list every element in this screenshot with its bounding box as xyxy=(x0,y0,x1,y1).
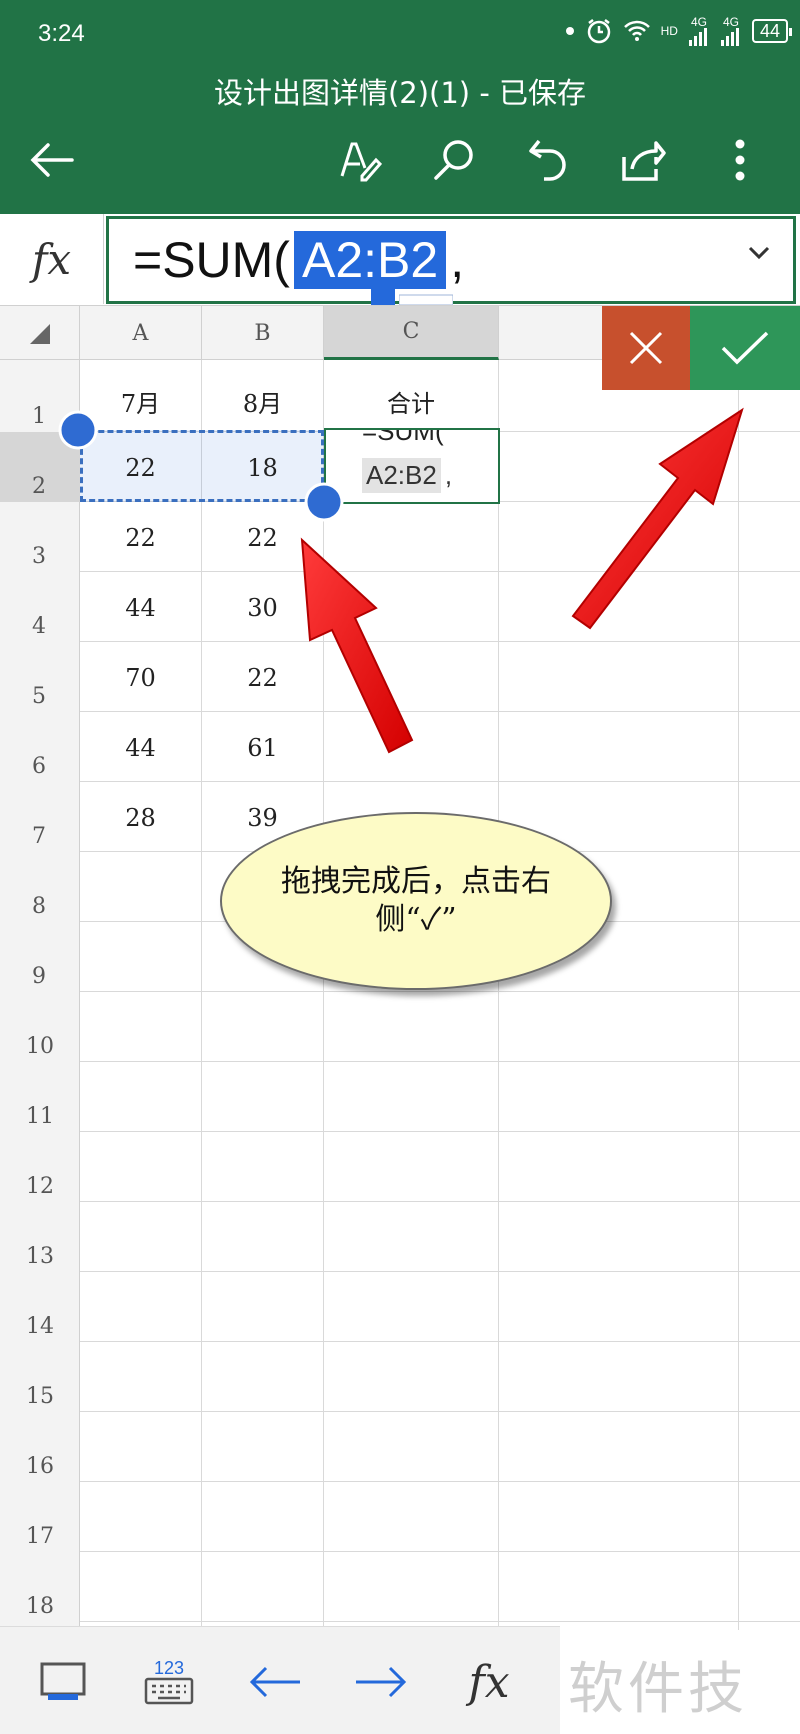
row-header[interactable]: 12 xyxy=(0,1174,80,1199)
formula-input[interactable]: =SUM( A2:B2 , xyxy=(106,216,796,305)
status-icons: HD 4G 4G 44 xyxy=(565,15,793,46)
cell-a3[interactable]: 22 xyxy=(80,524,201,552)
watermark-text: 软件技巧 xyxy=(568,1657,748,1722)
cell-b2[interactable]: 18 xyxy=(202,454,323,482)
formula-suffix: , xyxy=(450,232,465,288)
card-view-icon xyxy=(40,1662,86,1700)
selection-handle-top-left[interactable] xyxy=(58,410,98,450)
cell-c2-editing[interactable]: =SUM( A2:B2 , xyxy=(324,428,500,504)
status-time: 3:24 xyxy=(38,20,85,47)
move-left-button[interactable] xyxy=(240,1647,310,1717)
row-header[interactable]: 14 xyxy=(0,1314,80,1339)
formula-prefix: =SUM( xyxy=(133,232,290,288)
cell-c2-reference: A2:B2 xyxy=(362,458,441,493)
row-header[interactable]: 18 xyxy=(0,1594,80,1619)
battery-level: 44 xyxy=(759,20,780,41)
cell-b4[interactable]: 30 xyxy=(202,594,323,622)
undo-icon xyxy=(529,139,566,181)
confirm-button[interactable] xyxy=(690,306,800,390)
more-button[interactable] xyxy=(710,130,770,190)
cell-c2-suffix: , xyxy=(444,460,453,490)
selection-handle-bottom-right[interactable] xyxy=(304,482,344,522)
cell-a7[interactable]: 28 xyxy=(80,804,201,832)
spreadsheet-grid[interactable]: 7月 8月 合计 =SUM( A2:B2 , 22 18 22 22 44 30… xyxy=(80,360,800,1630)
alarm-icon xyxy=(587,19,610,44)
cell-a6[interactable]: 44 xyxy=(80,734,201,762)
share-button[interactable] xyxy=(612,130,672,190)
callout-text: 拖拽完成后，点击右侧“✓” xyxy=(281,864,551,937)
search-button[interactable] xyxy=(424,130,484,190)
row-header[interactable]: 6 xyxy=(0,754,80,779)
move-right-button[interactable] xyxy=(346,1647,416,1717)
column-header-b[interactable]: B xyxy=(202,306,324,360)
row-header[interactable]: 3 xyxy=(0,544,80,569)
cell-b3[interactable]: 22 xyxy=(202,524,323,552)
cell-b5[interactable]: 22 xyxy=(202,664,323,692)
select-all-triangle-icon xyxy=(30,324,50,344)
formula-handle-left[interactable] xyxy=(371,289,395,305)
undo-button[interactable] xyxy=(518,130,578,190)
cancel-button[interactable] xyxy=(602,306,690,390)
keyboard-label: 123 xyxy=(153,1658,185,1678)
keyboard-icon xyxy=(144,1677,194,1705)
cell-c1[interactable]: 合计 xyxy=(324,384,498,419)
row-header[interactable]: 8 xyxy=(0,894,80,919)
more-vertical-icon xyxy=(735,139,745,181)
row-header[interactable]: 11 xyxy=(0,1104,80,1129)
column-header-a[interactable]: A xyxy=(80,306,202,360)
network-label-2: 4G xyxy=(722,15,739,29)
select-all-corner[interactable] xyxy=(0,306,80,360)
row-header[interactable]: 17 xyxy=(0,1524,80,1549)
share-icon xyxy=(622,141,666,181)
formula-handle-right[interactable] xyxy=(399,289,453,305)
network-label-1: 4G xyxy=(690,15,707,29)
wifi-icon xyxy=(623,20,650,41)
formula-bar: fx =SUM( A2:B2 , xyxy=(0,214,800,306)
arrow-right-icon xyxy=(356,1666,407,1698)
cell-a1[interactable]: 7月 xyxy=(80,384,201,419)
fx-label[interactable]: fx xyxy=(0,214,104,304)
row-header[interactable]: 15 xyxy=(0,1384,80,1409)
row-header-column: 1 2 3 4 5 6 7 8 9 10 11 12 13 14 15 16 1… xyxy=(0,360,80,1630)
search-icon xyxy=(434,140,473,180)
cell-b6[interactable]: 61 xyxy=(202,734,323,762)
cell-a2[interactable]: 22 xyxy=(80,454,201,482)
cell-c2-reference-row: A2:B2 , xyxy=(362,458,452,493)
chevron-down-icon[interactable] xyxy=(747,245,771,261)
draw-button[interactable] xyxy=(330,130,390,190)
dot-icon xyxy=(565,27,574,35)
row-header[interactable]: 9 xyxy=(0,964,80,989)
row-header[interactable]: 5 xyxy=(0,684,80,709)
signal-icon xyxy=(720,28,739,46)
cell-b1[interactable]: 8月 xyxy=(202,384,323,419)
row-header[interactable]: 2 xyxy=(0,474,80,499)
row-header[interactable]: 4 xyxy=(0,614,80,639)
row-header[interactable]: 16 xyxy=(0,1454,80,1479)
row-header[interactable]: 10 xyxy=(0,1034,80,1059)
insert-function-button[interactable]: fx xyxy=(454,1647,524,1717)
document-title: 设计出图详情(2)(1) - 已保存 xyxy=(213,76,587,110)
formula-reference[interactable]: A2:B2 xyxy=(293,231,447,289)
column-header-c[interactable]: C xyxy=(324,306,499,360)
cell-a5[interactable]: 70 xyxy=(80,664,201,692)
signal-icon xyxy=(688,28,707,46)
draw-pen-icon xyxy=(340,142,383,182)
cell-a4[interactable]: 44 xyxy=(80,594,201,622)
back-arrow-icon xyxy=(30,143,74,177)
bottom-toolbar: 123 fx xyxy=(0,1626,560,1734)
instruction-callout: 拖拽完成后，点击右侧“✓” xyxy=(220,812,612,990)
formula-text: =SUM( A2:B2 , xyxy=(133,231,464,289)
back-button[interactable] xyxy=(22,130,82,190)
close-icon xyxy=(629,331,663,365)
battery-indicator: 44 xyxy=(751,19,793,43)
arrow-left-icon xyxy=(249,1666,300,1698)
cell-c2-formula-line: =SUM( xyxy=(362,428,444,446)
app-header: 3:24 HD 4G 4G 44 设计出图详情(2)(1) - 已保存 xyxy=(0,0,800,214)
checkmark-icon xyxy=(721,331,769,365)
numeric-keyboard-button[interactable]: 123 xyxy=(134,1647,204,1717)
row-header[interactable]: 7 xyxy=(0,824,80,849)
hd-label: HD xyxy=(660,24,678,38)
card-view-button[interactable] xyxy=(28,1647,98,1717)
row-header[interactable]: 13 xyxy=(0,1244,80,1269)
